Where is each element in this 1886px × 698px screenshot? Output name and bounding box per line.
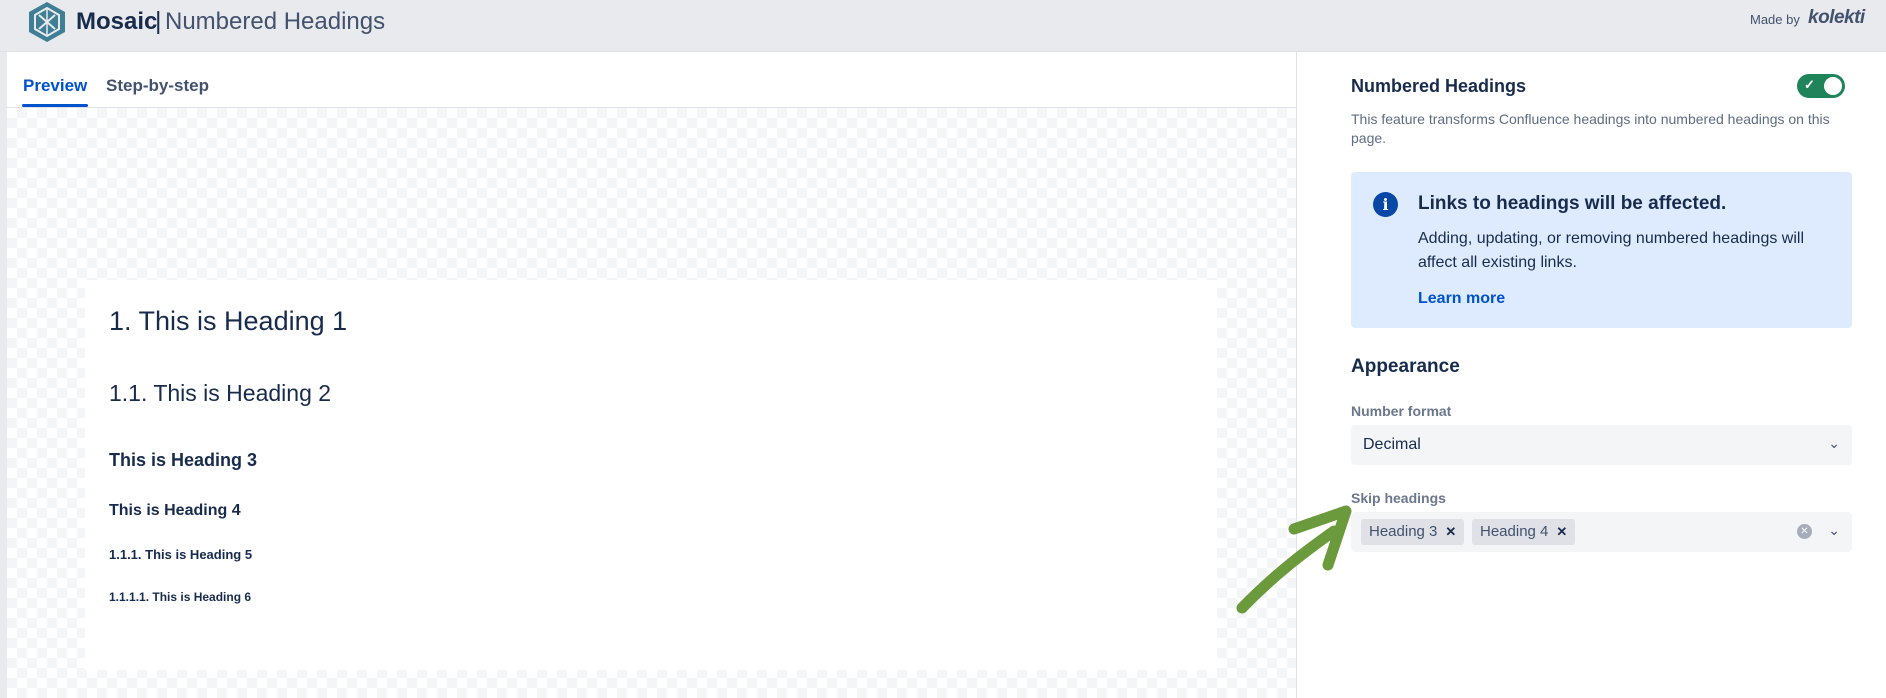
learn-more-link[interactable]: Learn more: [1418, 290, 1505, 308]
skip-headings-select[interactable]: Heading 3 ✕ Heading 4 ✕ ✕ ⌄: [1351, 512, 1852, 552]
feature-toggle[interactable]: ✓: [1797, 74, 1845, 98]
skip-chip: Heading 4 ✕: [1472, 519, 1576, 545]
chevron-down-icon: ⌄: [1828, 435, 1840, 451]
info-banner: i Links to headings will be affected. Ad…: [1351, 172, 1852, 328]
info-body: Adding, updating, or removing numbered h…: [1418, 230, 1805, 271]
clear-icon[interactable]: ✕: [1797, 524, 1812, 539]
tab-bar: Preview Step-by-step: [7, 52, 1296, 108]
chip-label: Heading 3: [1369, 523, 1438, 540]
preview-heading-2: 1.1. This is Heading 2: [109, 380, 332, 406]
kolekti-logo[interactable]: kolekti: [1808, 7, 1865, 29]
toggle-knob: [1824, 77, 1842, 95]
chevron-down-icon[interactable]: ⌄: [1828, 522, 1840, 539]
number-format-select[interactable]: Decimal ⌄: [1351, 425, 1852, 465]
brand-separator: |: [155, 7, 162, 35]
skip-headings-label: Skip headings: [1351, 490, 1446, 506]
preview-heading-1: 1. This is Heading 1: [109, 306, 348, 336]
remove-chip-icon[interactable]: ✕: [1445, 524, 1456, 539]
preview-heading-6: 1.1.1.1. This is Heading 6: [109, 590, 252, 604]
appearance-heading: Appearance: [1351, 356, 1460, 377]
preview-card: 1. This is Heading 1 1.1. This is Headin…: [85, 280, 1217, 670]
number-format-value: Decimal: [1363, 436, 1421, 453]
remove-chip-icon[interactable]: ✕: [1556, 524, 1567, 539]
annotation-arrow-icon: [1236, 505, 1352, 614]
preview-heading-4: This is Heading 4: [109, 502, 241, 519]
preview-heading-5: 1.1.1. This is Heading 5: [109, 547, 253, 562]
made-by-label: Made by: [1750, 12, 1800, 27]
mosaic-logo-icon: [29, 2, 65, 42]
info-icon: i: [1373, 192, 1398, 217]
top-bar: Mosaic | Numbered Headings Made by kolek…: [0, 0, 1886, 52]
panel-title: Numbered Headings: [1351, 76, 1527, 96]
check-icon: ✓: [1804, 77, 1815, 92]
app-title: Numbered Headings: [165, 8, 386, 35]
brand-name: Mosaic: [76, 8, 158, 35]
settings-panel: Numbered Headings ✓ This feature transfo…: [1297, 52, 1886, 698]
number-format-label: Number format: [1351, 403, 1452, 419]
active-tab-indicator: [22, 104, 88, 107]
info-title: Links to headings will be affected.: [1418, 193, 1727, 214]
chip-label: Heading 4: [1480, 523, 1549, 540]
tab-step-by-step[interactable]: Step-by-step: [106, 76, 209, 96]
preview-area: 1. This is Heading 1 1.1. This is Headin…: [7, 108, 1296, 698]
left-edge: [0, 52, 7, 698]
preview-heading-3: This is Heading 3: [109, 450, 258, 470]
skip-chip: Heading 3 ✕: [1361, 519, 1465, 545]
tab-preview[interactable]: Preview: [23, 76, 87, 96]
panel-description: This feature transforms Confluence headi…: [1351, 111, 1830, 146]
